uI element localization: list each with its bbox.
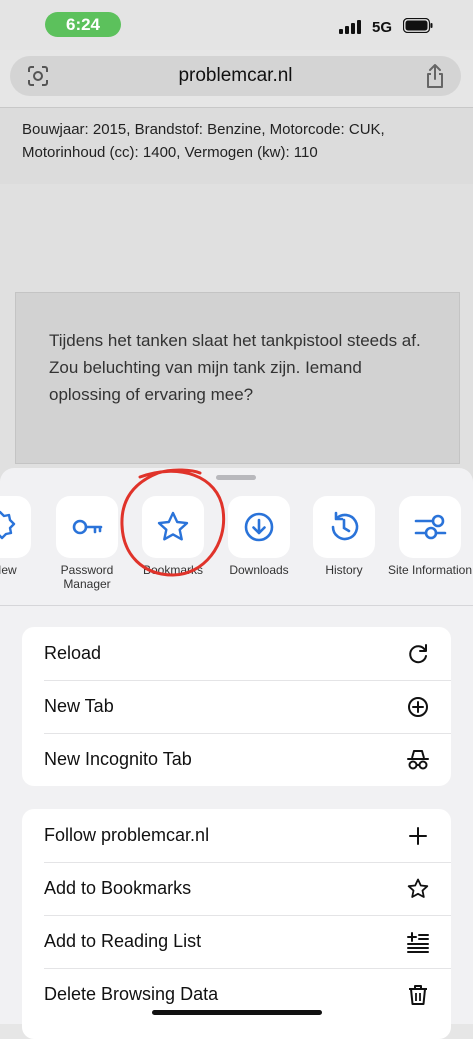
menu-item-label: New Incognito Tab — [44, 749, 192, 769]
url-text[interactable]: problemcar.nl — [10, 65, 461, 87]
whats-new-tile[interactable] — [0, 496, 31, 558]
password-manager-tile[interactable] — [56, 496, 118, 558]
menu-item-new-tab[interactable]: New Tab — [22, 680, 451, 733]
menu-item-label: Reload — [44, 643, 102, 663]
menu-item-follow[interactable]: Follow problemcar.nl — [22, 809, 451, 862]
history-tile[interactable] — [313, 496, 375, 558]
action-label: s New — [0, 563, 17, 577]
action-label: Downloads — [229, 563, 289, 577]
address-bar[interactable]: problemcar.nl — [10, 56, 461, 96]
share-icon[interactable] — [423, 63, 447, 89]
car-specs-text: Bouwjaar: 2015, Brandstof: Benzine, Moto… — [22, 121, 385, 161]
cellular-signal-icon — [339, 20, 365, 34]
car-specs-bar: Bouwjaar: 2015, Brandstof: Benzine, Moto… — [0, 108, 473, 184]
menu-item-reload[interactable]: Reload — [22, 627, 451, 680]
whats-new-icon — [0, 510, 16, 540]
reload-icon — [409, 644, 427, 664]
network-type: 5G — [372, 19, 393, 36]
trash-icon — [409, 985, 427, 1005]
post-text: Tijdens het tanken slaat het tankpistool… — [49, 331, 421, 404]
action-history[interactable]: History — [301, 496, 387, 577]
site-information-tile[interactable] — [399, 496, 461, 558]
action-label: Site Information — [387, 563, 473, 577]
action-site-information[interactable]: Site Information — [387, 496, 473, 577]
menu-item-label: Add to Reading List — [44, 931, 202, 951]
downloads-tile[interactable] — [228, 496, 290, 558]
menu-item-add-to-bookmarks[interactable]: Add to Bookmarks — [22, 862, 451, 915]
reading-list-icon — [407, 932, 429, 953]
plus-icon — [409, 827, 427, 845]
sheet-divider — [0, 605, 473, 606]
plus-circle-icon — [408, 697, 428, 717]
menu-group-page-actions: Follow problemcar.nl Add to Bookmarks Ad… — [22, 809, 451, 1039]
menu-group-tabs: Reload New Tab New Incognito Tab — [22, 627, 451, 786]
status-time[interactable]: 6:24 — [45, 12, 121, 37]
post-card[interactable]: Tijdens het tanken slaat het tankpistool… — [15, 292, 460, 464]
download-icon — [244, 512, 274, 542]
menu-item-new-incognito-tab[interactable]: New Incognito Tab — [22, 733, 451, 786]
incognito-icon — [407, 750, 429, 770]
action-downloads[interactable]: Downloads — [216, 496, 302, 577]
action-label: History — [325, 563, 363, 577]
battery-icon — [403, 18, 433, 33]
menu-item-add-to-reading-list[interactable]: Add to Reading List — [22, 915, 451, 968]
menu-item-label: Add to Bookmarks — [44, 878, 192, 898]
home-indicator[interactable] — [152, 1010, 322, 1015]
history-icon — [331, 511, 359, 541]
web-page-content: Bouwjaar: 2015, Brandstof: Benzine, Moto… — [0, 108, 473, 488]
menu-item-label: Delete Browsing Data — [44, 984, 219, 1004]
star-outline-icon — [407, 878, 429, 898]
key-icon — [72, 519, 103, 535]
annotation-circle — [120, 468, 226, 577]
site-information-icon — [414, 514, 447, 540]
menu-item-label: New Tab — [44, 696, 114, 716]
quick-actions-row[interactable]: s New Password Manager Bookmarks — [0, 496, 473, 606]
status-bar: 6:24 5G — [0, 0, 473, 50]
browser-menu-sheet: s New Password Manager Bookmarks — [0, 468, 473, 1039]
menu-item-label: Follow problemcar.nl — [44, 825, 210, 845]
action-whats-new[interactable]: s New — [0, 496, 43, 577]
